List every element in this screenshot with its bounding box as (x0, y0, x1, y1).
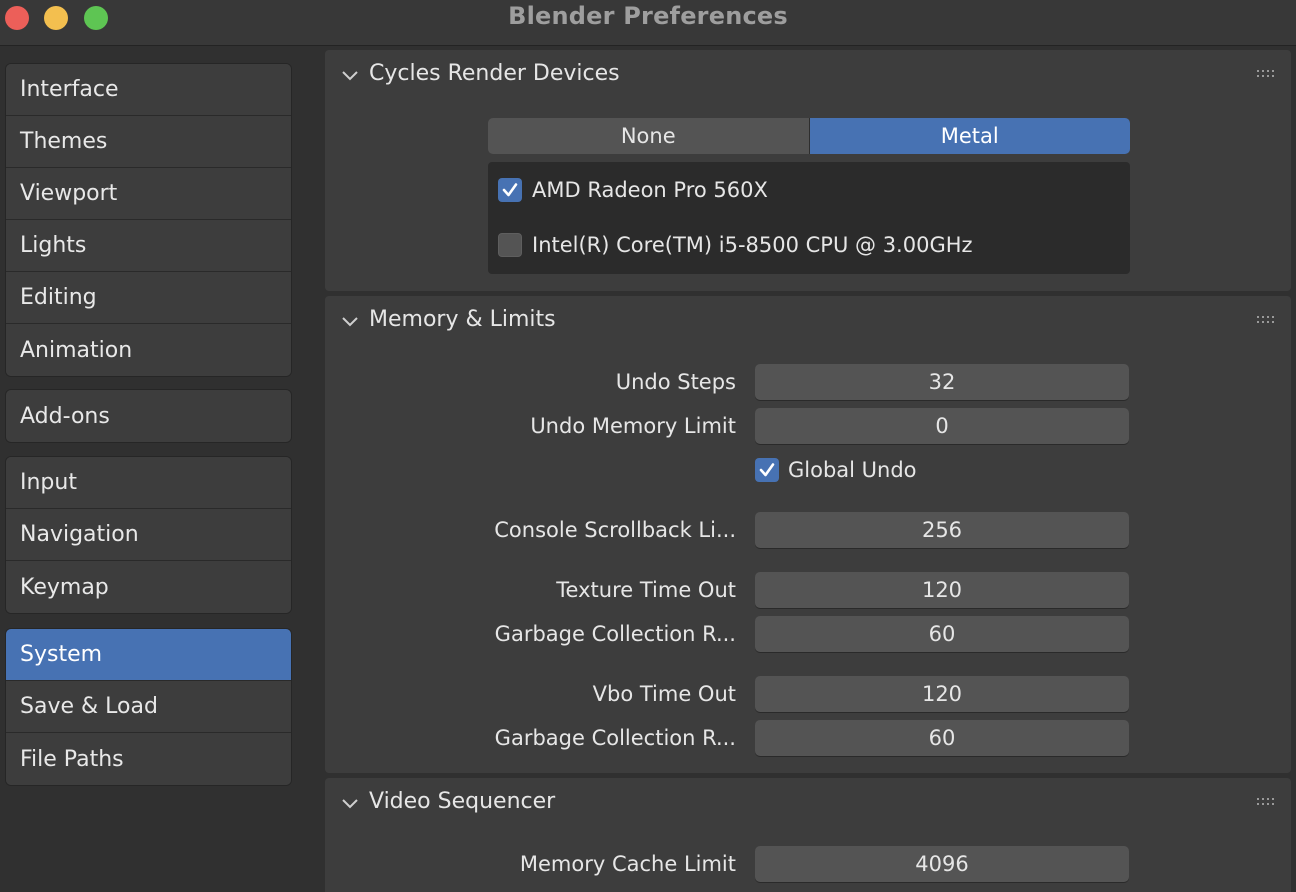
texture-gc-label: Garbage Collection R... (494, 622, 736, 646)
checkmark-icon (502, 183, 518, 197)
vbo-timeout-label: Vbo Time Out (592, 682, 736, 706)
sidebar: Interface Themes Viewport Lights Editing… (0, 46, 300, 892)
device-row[interactable]: AMD Radeon Pro 560X (498, 176, 768, 204)
window-title: Blender Preferences (508, 2, 788, 30)
chevron-down-icon (342, 799, 358, 809)
drag-grip-icon[interactable] (1257, 798, 1279, 806)
texture-timeout-label: Texture Time Out (556, 578, 736, 602)
console-scrollback-field[interactable]: 256 (755, 512, 1129, 548)
vbo-timeout-field[interactable]: 120 (755, 676, 1129, 712)
panel-title: Memory & Limits (369, 307, 556, 332)
sidebar-item-input[interactable]: Input (6, 457, 291, 509)
panel-title: Video Sequencer (369, 789, 556, 814)
device-list: AMD Radeon Pro 560X Intel(R) Core(TM) i5… (488, 162, 1130, 274)
texture-timeout-field[interactable]: 120 (755, 572, 1129, 608)
global-undo-row[interactable]: Global Undo (755, 456, 917, 484)
device-label: Intel(R) Core(TM) i5-8500 CPU @ 3.00GHz (532, 233, 973, 257)
sidebar-item-navigation[interactable]: Navigation (6, 509, 291, 561)
device-checkbox[interactable] (498, 233, 522, 257)
vbo-gc-label: Garbage Collection R... (494, 726, 736, 750)
panel-header-memory[interactable]: Memory & Limits (325, 296, 1291, 350)
nav-group-display: Interface Themes Viewport Lights Editing… (5, 63, 292, 377)
sidebar-item-add-ons[interactable]: Add-ons (6, 390, 291, 442)
panel-title: Cycles Render Devices (369, 61, 620, 86)
device-row[interactable]: Intel(R) Core(TM) i5-8500 CPU @ 3.00GHz (498, 231, 973, 259)
drag-grip-icon[interactable] (1257, 316, 1279, 324)
memory-cache-label: Memory Cache Limit (519, 852, 736, 876)
sidebar-item-lights[interactable]: Lights (6, 220, 291, 272)
nav-group-system: System Save & Load File Paths (5, 628, 292, 786)
backend-metal-button[interactable]: Metal (808, 118, 1130, 154)
checkmark-icon (759, 463, 775, 477)
texture-gc-field[interactable]: 60 (755, 616, 1129, 652)
device-checkbox[interactable] (498, 178, 522, 202)
panel-header-sequencer[interactable]: Video Sequencer (325, 778, 1291, 832)
chevron-down-icon (342, 317, 358, 327)
memory-cache-field[interactable]: 4096 (755, 846, 1129, 882)
global-undo-checkbox[interactable] (755, 458, 779, 482)
backend-none-button[interactable]: None (488, 118, 809, 154)
chevron-down-icon (342, 71, 358, 81)
global-undo-label: Global Undo (788, 458, 917, 482)
sidebar-item-themes[interactable]: Themes (6, 116, 291, 168)
undo-memory-field[interactable]: 0 (755, 408, 1129, 444)
title-bar: Blender Preferences (0, 0, 1296, 46)
sidebar-item-keymap[interactable]: Keymap (6, 561, 291, 613)
undo-steps-label: Undo Steps (615, 370, 736, 394)
panel-header-cycles[interactable]: Cycles Render Devices (325, 50, 1291, 104)
undo-steps-field[interactable]: 32 (755, 364, 1129, 400)
drag-grip-icon[interactable] (1257, 70, 1279, 78)
sidebar-item-viewport[interactable]: Viewport (6, 168, 291, 220)
backend-selector: None Metal (488, 118, 1130, 154)
device-label: AMD Radeon Pro 560X (532, 178, 768, 202)
sidebar-item-animation[interactable]: Animation (6, 324, 291, 376)
vbo-gc-field[interactable]: 60 (755, 720, 1129, 756)
nav-group-input: Input Navigation Keymap (5, 456, 292, 614)
sidebar-item-system[interactable]: System (6, 629, 291, 681)
nav-group-addons: Add-ons (5, 389, 292, 443)
undo-memory-label: Undo Memory Limit (530, 414, 736, 438)
sidebar-item-editing[interactable]: Editing (6, 272, 291, 324)
sidebar-item-save-load[interactable]: Save & Load (6, 681, 291, 733)
console-scrollback-label: Console Scrollback Li... (494, 518, 736, 542)
sidebar-item-file-paths[interactable]: File Paths (6, 733, 291, 785)
sidebar-item-interface[interactable]: Interface (6, 64, 291, 116)
